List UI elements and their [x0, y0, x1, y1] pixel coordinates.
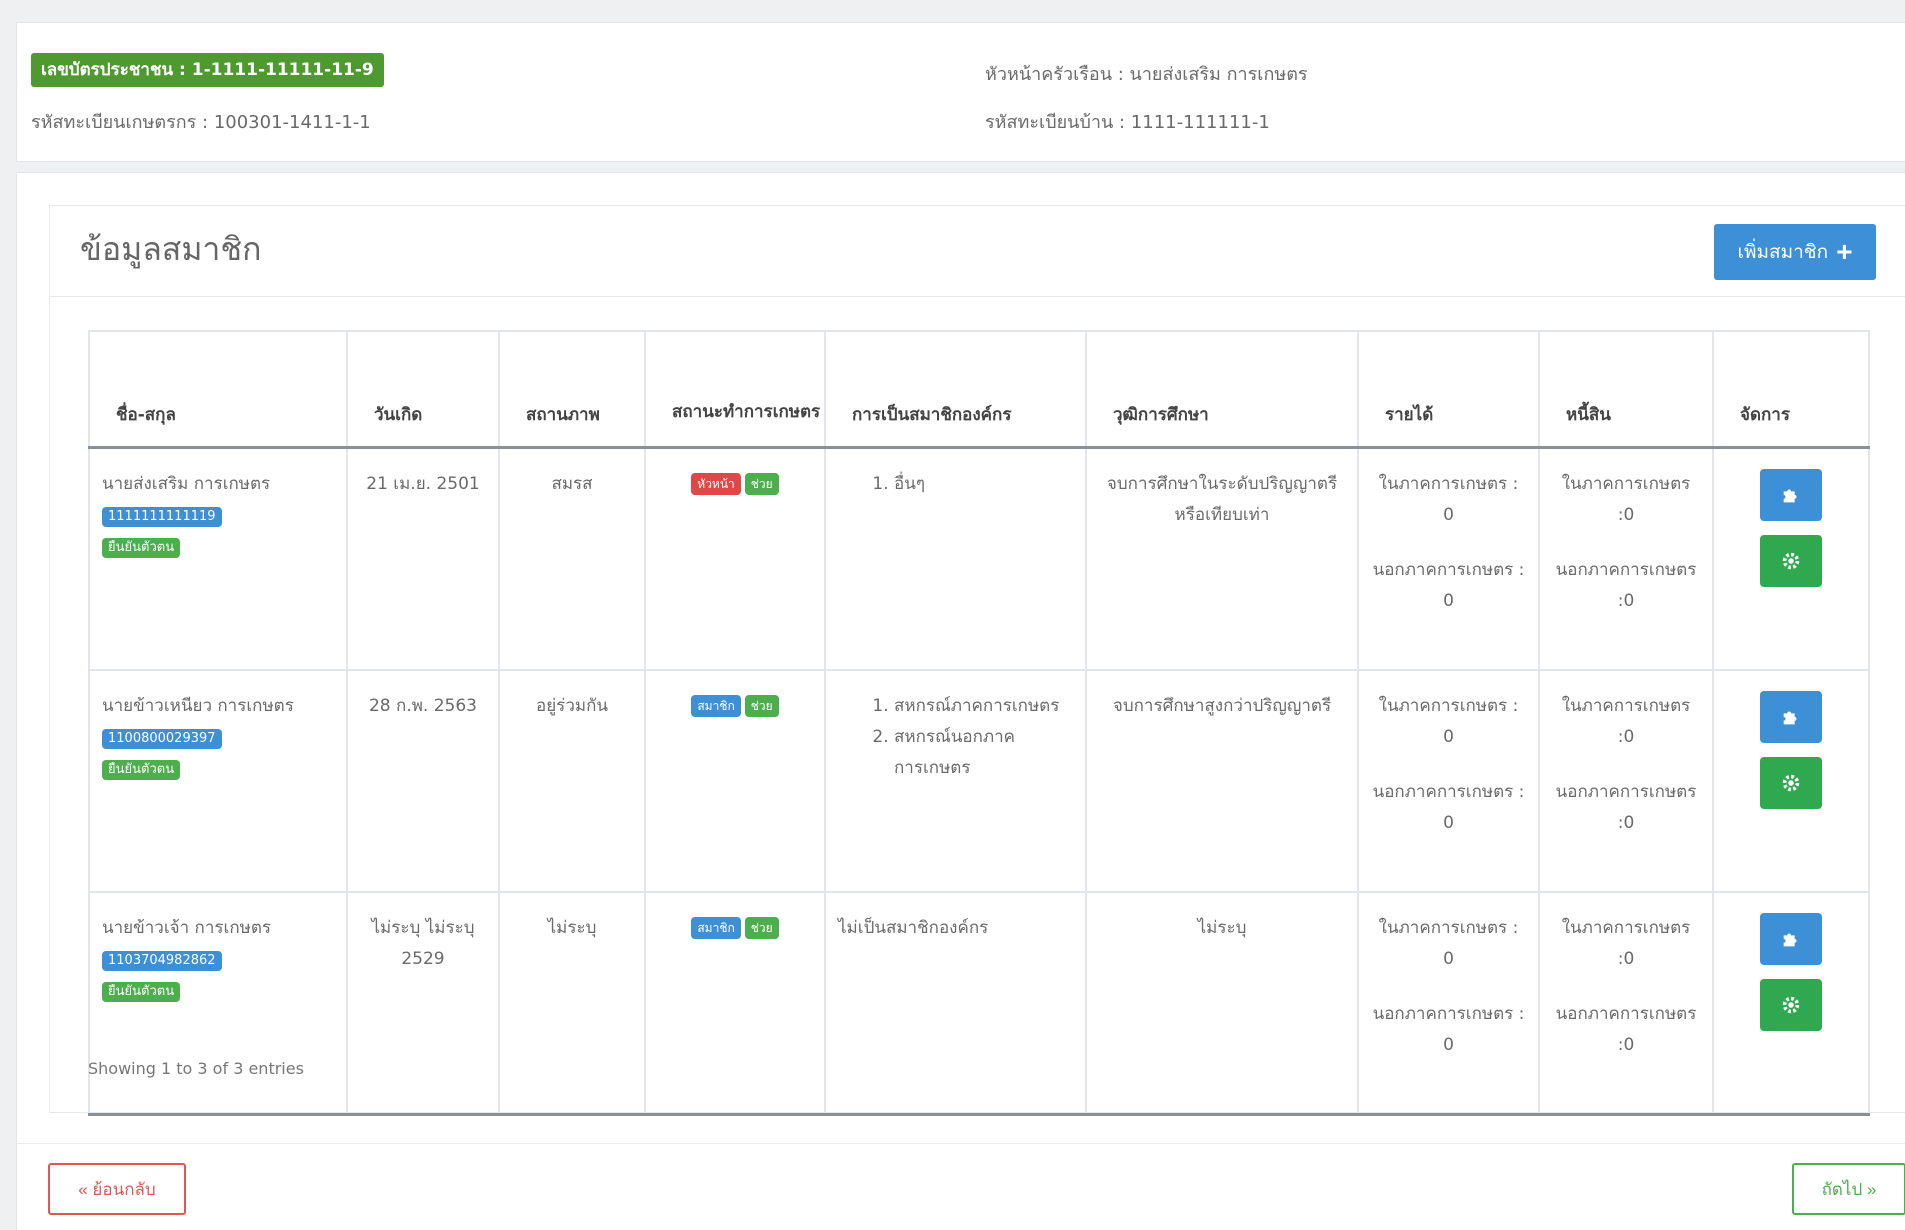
- table-row: นายส่งเสริม การเกษตร 1111111111119 ยืนยั…: [88, 446, 1870, 671]
- citizen-id-badge: เลขบัตรประชาชน : 1-1111-11111-11-9: [31, 53, 384, 87]
- table-info: Showing 1 to 3 of 3 entries: [88, 1059, 304, 1078]
- birthdate-cell: ไม่ระบุ ไม่ระบุ 2529: [346, 891, 500, 1116]
- column-header[interactable]: ชื่อ-สกุล: [88, 330, 348, 449]
- table-row: นายข้าวเหนียว การเกษตร 1100800029397 ยืน…: [88, 669, 1870, 893]
- add-member-label: เพิ่มสมาชิก: [1737, 242, 1829, 263]
- edit-button[interactable]: [1760, 469, 1822, 521]
- marital-status-cell: สมรส: [498, 446, 646, 671]
- members-table: ชื่อ-สกุล วันเกิด สถานภาพ สถานะทำการเกษต…: [88, 330, 1870, 1116]
- debt-cell: ในภาคการเกษตร :0 นอกภาคการเกษตร :0: [1538, 891, 1714, 1116]
- footer-divider: [17, 1143, 1905, 1144]
- settings-button[interactable]: [1760, 757, 1822, 809]
- edit-button[interactable]: [1760, 913, 1822, 965]
- farm-help-tag: ช่วย: [744, 695, 779, 717]
- birthdate-cell: 28 ก.พ. 2563: [346, 669, 500, 893]
- column-header[interactable]: สถานภาพ: [498, 330, 646, 449]
- column-header[interactable]: สถานะทำการเกษตร: [644, 330, 826, 449]
- member-id-tag: 1100800029397: [102, 729, 222, 749]
- income-cell: ในภาคการเกษตร : 0 นอกภาคการเกษตร : 0: [1357, 446, 1540, 671]
- income-non-agricultural: นอกภาคการเกษตร : 0: [1372, 782, 1525, 833]
- member-name: นายข้าวเจ้า การเกษตร: [102, 918, 272, 938]
- organization-cell: ไม่เป็นสมาชิกองค์กร: [824, 891, 1087, 1116]
- organization-item: สหกรณ์ภาคการเกษตร: [894, 691, 1073, 722]
- education-cell: จบการศึกษาสูงกว่าปริญญาตรี: [1085, 669, 1359, 893]
- income-agricultural: ในภาคการเกษตร : 0: [1378, 474, 1519, 525]
- name-cell: นายส่งเสริม การเกษตร 1111111111119 ยืนยั…: [88, 446, 348, 671]
- actions-cell: [1712, 891, 1870, 1116]
- marital-status-cell: อยู่ร่วมกัน: [498, 669, 646, 893]
- income-cell: ในภาคการเกษตร : 0 นอกภาคการเกษตร : 0: [1357, 669, 1540, 893]
- gear-icon: [1782, 996, 1800, 1014]
- head-of-household: หัวหน้าครัวเรือน : นายส่งเสริม การเกษตร: [985, 64, 1308, 85]
- income-cell: ในภาคการเกษตร : 0 นอกภาคการเกษตร : 0: [1357, 891, 1540, 1116]
- farmer-registration-code: รหัสทะเบียนเกษตรกร : 100301-1411-1-1: [31, 112, 371, 133]
- household-info-card: เลขบัตรประชาชน : 1-1111-11111-11-9 รหัสท…: [16, 22, 1905, 162]
- debt-agricultural: ในภาคการเกษตร :0: [1561, 696, 1691, 747]
- column-header[interactable]: รายได้: [1357, 330, 1540, 449]
- organization-cell: อื่นๆ: [824, 446, 1087, 671]
- debt-cell: ในภาคการเกษตร :0 นอกภาคการเกษตร :0: [1538, 669, 1714, 893]
- members-panel-header: ข้อมูลสมาชิก เพิ่มสมาชิก +: [50, 206, 1905, 297]
- actions-cell: [1712, 669, 1870, 893]
- debt-agricultural: ในภาคการเกษตร :0: [1561, 918, 1691, 969]
- income-non-agricultural: นอกภาคการเกษตร : 0: [1372, 560, 1525, 611]
- farming-status-cell: หัวหน้า ช่วย: [644, 446, 826, 671]
- member-id-tag: 1111111111119: [102, 507, 222, 527]
- member-name: นายส่งเสริม การเกษตร: [102, 474, 271, 494]
- column-header[interactable]: วุฒิการศึกษา: [1085, 330, 1359, 449]
- puzzle-icon: [1783, 489, 1797, 503]
- farm-role-tag: สมาชิก: [691, 695, 741, 717]
- organization-cell: สหกรณ์ภาคการเกษตร สหกรณ์นอกภาคการเกษตร: [824, 669, 1087, 893]
- debt-non-agricultural: นอกภาคการเกษตร :0: [1555, 560, 1697, 611]
- income-non-agricultural: นอกภาคการเกษตร : 0: [1372, 1004, 1525, 1055]
- verified-tag: ยืนยันตัวตน: [102, 982, 181, 1002]
- member-name: นายข้าวเหนียว การเกษตร: [102, 696, 294, 716]
- name-cell: นายข้าวเหนียว การเกษตร 1100800029397 ยืน…: [88, 669, 348, 893]
- next-button[interactable]: ถัดไป »: [1792, 1163, 1905, 1215]
- gear-icon: [1782, 774, 1800, 792]
- farming-status-cell: สมาชิก ช่วย: [644, 669, 826, 893]
- income-agricultural: ในภาคการเกษตร : 0: [1378, 696, 1519, 747]
- actions-cell: [1712, 446, 1870, 671]
- add-member-button[interactable]: เพิ่มสมาชิก +: [1714, 224, 1876, 280]
- members-card: ข้อมูลสมาชิก เพิ่มสมาชิก + ชื่อ-สกุล วัน…: [16, 172, 1905, 1230]
- education-cell: จบการศึกษาในระดับปริญญาตรีหรือเทียบเท่า: [1085, 446, 1359, 671]
- house-registration-code: รหัสทะเบียนบ้าน : 1111-111111-1: [985, 112, 1270, 133]
- member-id-tag: 1103704982862: [102, 951, 222, 971]
- column-header[interactable]: วันเกิด: [346, 330, 500, 449]
- debt-cell: ในภาคการเกษตร :0 นอกภาคการเกษตร :0: [1538, 446, 1714, 671]
- income-agricultural: ในภาคการเกษตร : 0: [1378, 918, 1519, 969]
- verified-tag: ยืนยันตัวตน: [102, 760, 181, 780]
- column-header[interactable]: การเป็นสมาชิกองค์กร: [824, 330, 1087, 449]
- edit-button[interactable]: [1760, 691, 1822, 743]
- organization-item: สหกรณ์นอกภาคการเกษตร: [894, 722, 1073, 784]
- farm-help-tag: ช่วย: [744, 473, 779, 495]
- organization-item: อื่นๆ: [894, 469, 1073, 500]
- marital-status-cell: ไม่ระบุ: [498, 891, 646, 1116]
- column-header[interactable]: หนี้สิน: [1538, 330, 1714, 449]
- table-row: นายข้าวเจ้า การเกษตร 1103704982862 ยืนยั…: [88, 891, 1870, 1116]
- column-header[interactable]: จัดการ: [1712, 330, 1870, 449]
- settings-button[interactable]: [1760, 979, 1822, 1031]
- members-panel: ข้อมูลสมาชิก เพิ่มสมาชิก + ชื่อ-สกุล วัน…: [49, 205, 1905, 1116]
- debt-non-agricultural: นอกภาคการเกษตร :0: [1555, 1004, 1697, 1055]
- back-button[interactable]: « ย้อนกลับ: [48, 1163, 186, 1215]
- plus-icon: +: [1836, 236, 1853, 267]
- birthdate-cell: 21 เม.ย. 2501: [346, 446, 500, 671]
- farm-help-tag: ช่วย: [744, 917, 779, 939]
- debt-agricultural: ในภาคการเกษตร :0: [1561, 474, 1691, 525]
- members-panel-title: ข้อมูลสมาชิก: [80, 230, 262, 268]
- farming-status-cell: สมาชิก ช่วย: [644, 891, 826, 1116]
- gear-icon: [1782, 552, 1800, 570]
- puzzle-icon: [1783, 933, 1797, 947]
- settings-button[interactable]: [1760, 535, 1822, 587]
- table-header-row: ชื่อ-สกุล วันเกิด สถานภาพ สถานะทำการเกษต…: [88, 330, 1870, 449]
- farm-role-tag: สมาชิก: [691, 917, 741, 939]
- farm-role-tag: หัวหน้า: [691, 473, 741, 495]
- verified-tag: ยืนยันตัวตน: [102, 538, 181, 558]
- education-cell: ไม่ระบุ: [1085, 891, 1359, 1116]
- puzzle-icon: [1783, 711, 1797, 725]
- debt-non-agricultural: นอกภาคการเกษตร :0: [1555, 782, 1697, 833]
- name-cell: นายข้าวเจ้า การเกษตร 1103704982862 ยืนยั…: [88, 891, 348, 1116]
